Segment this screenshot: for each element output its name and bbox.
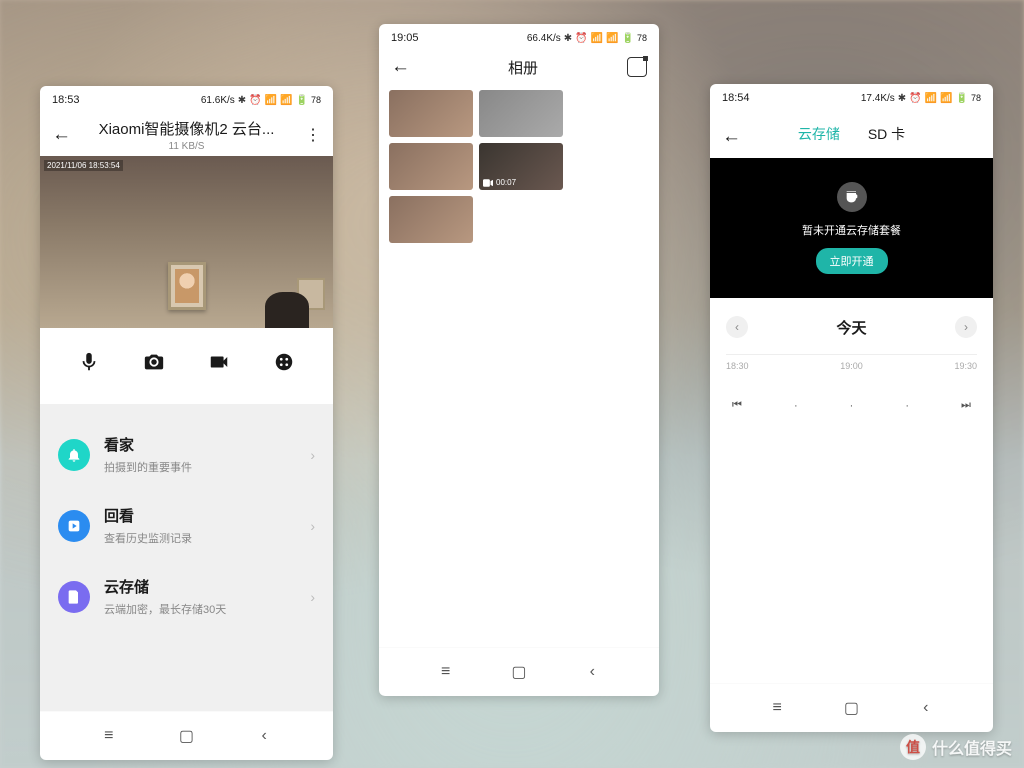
menu-cloud-storage[interactable]: 云存储云端加密，最长存储30天 › — [40, 562, 333, 633]
camera-timestamp: 2021/11/06 18:53:54 — [44, 160, 123, 171]
tab-sd[interactable]: SD 卡 — [868, 124, 905, 144]
wifi-icon: 📶 — [606, 33, 618, 44]
edit-button[interactable] — [627, 57, 647, 77]
next-day-button[interactable]: › — [955, 316, 977, 338]
bluetooth-icon: ✱ — [564, 33, 572, 44]
thumb-photo[interactable] — [479, 90, 563, 137]
appbar: ← Xiaomi智能摄像机2 云台... 11 KB/S ⋮ — [40, 112, 333, 156]
alarm-icon: ⏰ — [909, 93, 921, 104]
appbar: ← 相册 — [379, 50, 659, 82]
signal-icon: 📶 — [925, 93, 937, 104]
live-camera-view[interactable]: 2021/11/06 18:53:54 — [40, 156, 333, 328]
bluetooth-icon: ✱ — [898, 93, 906, 104]
thumb-photo[interactable] — [389, 143, 473, 190]
gallery-grid: 00:07 — [379, 82, 659, 251]
mic-button[interactable] — [77, 350, 101, 374]
nav-bar: ≡ ▢ ‹ — [40, 711, 333, 760]
nav-menu-button[interactable]: ≡ — [99, 726, 119, 746]
tab-cloud[interactable]: 云存储 — [798, 124, 840, 144]
bell-icon — [58, 439, 90, 471]
snapshot-button[interactable] — [142, 350, 166, 374]
battery-icon: 🔋 — [956, 93, 968, 104]
play-icon — [58, 510, 90, 542]
statusbar: 18:53 61.6K/s ✱ ⏰ 📶 📶 🔋 78 — [40, 86, 333, 112]
nav-menu-button[interactable]: ≡ — [436, 662, 456, 682]
menu-playback[interactable]: 回看查看历史监测记录 › — [40, 491, 333, 562]
skip-start-icon[interactable]: ⏮ — [732, 399, 742, 412]
more-button[interactable]: ⋮ — [293, 125, 321, 145]
promo-text: 暂未开通云存储套餐 — [802, 222, 901, 238]
watermark: 值 什么值得买 — [900, 734, 1012, 760]
bluetooth-icon: ✱ — [238, 95, 246, 106]
nav-home-button[interactable]: ▢ — [509, 662, 529, 682]
timeline[interactable]: 18:30 19:00 19:30 ⏮ ··· ⏭ — [710, 354, 993, 440]
camera-toolbar — [40, 328, 333, 404]
wifi-icon: 📶 — [940, 93, 952, 104]
nav-bar: ≡ ▢ ‹ — [379, 647, 659, 696]
back-button[interactable]: ← — [391, 56, 419, 78]
chevron-right-icon: › — [310, 518, 315, 534]
skip-end-icon[interactable]: ⏭ — [961, 399, 971, 412]
page-title: Xiaomi智能摄像机2 云台... — [80, 118, 293, 139]
status-time: 19:05 — [391, 32, 419, 44]
status-time: 18:53 — [52, 94, 80, 106]
nav-back-button[interactable]: ‹ — [254, 726, 274, 746]
cloud-promo-banner: 暂未开通云存储套餐 立即开通 — [710, 158, 993, 298]
chevron-right-icon: › — [310, 447, 315, 463]
prev-day-button[interactable]: ‹ — [726, 316, 748, 338]
back-button[interactable]: ← — [722, 126, 750, 148]
date-selector: ‹ 今天 › — [710, 298, 993, 354]
phone-camera-live: 18:53 61.6K/s ✱ ⏰ 📶 📶 🔋 78 ← Xiaomi智能摄像机… — [40, 86, 333, 760]
signal-icon: 📶 — [591, 33, 603, 44]
chevron-right-icon: › — [310, 589, 315, 605]
menu-home-watch[interactable]: 看家拍摄到的重要事件 › — [40, 420, 333, 491]
storage-tabs: 云存储 SD 卡 — [750, 116, 953, 158]
signal-icon: 📶 — [265, 95, 277, 106]
phone-gallery: 19:05 66.4K/s ✱ ⏰ 📶 📶 🔋 78 ← 相册 00:07 ≡ … — [379, 24, 659, 696]
status-time: 18:54 — [722, 92, 750, 104]
nav-home-button[interactable]: ▢ — [176, 726, 196, 746]
statusbar: 19:05 66.4K/s ✱ ⏰ 📶 📶 🔋 78 — [379, 24, 659, 50]
alarm-icon: ⏰ — [249, 95, 261, 106]
cup-icon — [837, 182, 867, 212]
record-button[interactable] — [207, 350, 231, 374]
nav-home-button[interactable]: ▢ — [841, 698, 861, 718]
bitrate-label: 11 KB/S — [80, 141, 293, 152]
date-label: 今天 — [836, 317, 866, 338]
page-title: 相册 — [419, 57, 627, 78]
status-right: 61.6K/s ✱ ⏰ 📶 📶 🔋 78 — [201, 95, 321, 106]
doc-icon — [58, 581, 90, 613]
thumb-photo[interactable] — [389, 196, 473, 243]
thumb-video[interactable]: 00:07 — [479, 143, 563, 190]
wifi-icon: 📶 — [280, 95, 292, 106]
feature-menu: 看家拍摄到的重要事件 › 回看查看历史监测记录 › 云存储云端加密，最长存储30… — [40, 404, 333, 711]
alarm-icon: ⏰ — [575, 33, 587, 44]
nav-menu-button[interactable]: ≡ — [767, 698, 787, 718]
battery-icon: 🔋 — [296, 95, 308, 106]
appbar: ← 云存储 SD 卡 — [710, 110, 993, 158]
activate-button[interactable]: 立即开通 — [816, 248, 888, 274]
thumb-photo[interactable] — [389, 90, 473, 137]
nav-back-button[interactable]: ‹ — [916, 698, 936, 718]
back-button[interactable]: ← — [52, 124, 80, 146]
nav-back-button[interactable]: ‹ — [582, 662, 602, 682]
battery-icon: 🔋 — [622, 33, 634, 44]
statusbar: 18:54 17.4K/s ✱ ⏰ 📶 📶 🔋 78 — [710, 84, 993, 110]
watermark-badge-icon: 值 — [900, 734, 926, 760]
nav-bar: ≡ ▢ ‹ — [710, 683, 993, 732]
palette-button[interactable] — [272, 350, 296, 374]
phone-cloud-storage: 18:54 17.4K/s ✱ ⏰ 📶 📶 🔋 78 ← 云存储 SD 卡 暂未… — [710, 84, 993, 732]
